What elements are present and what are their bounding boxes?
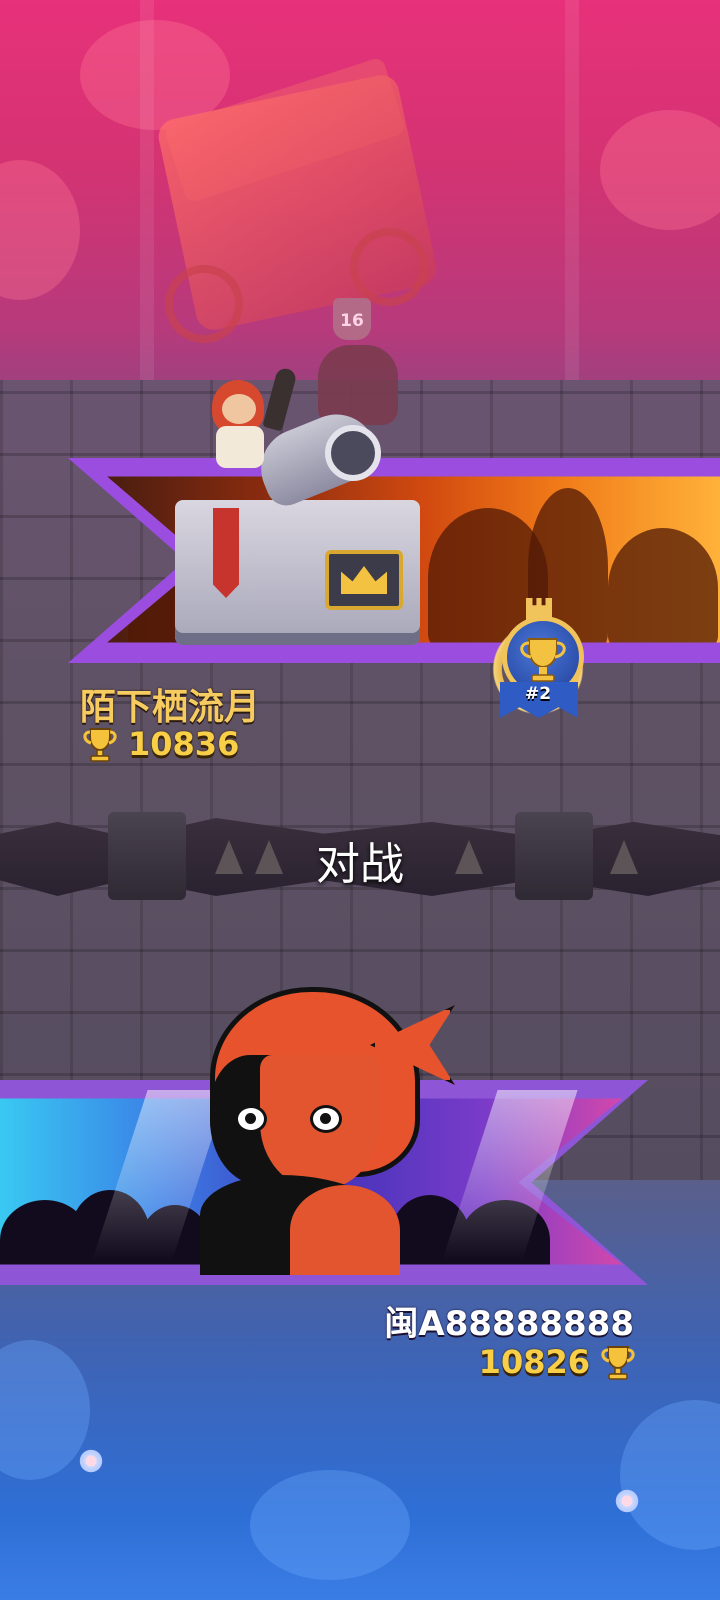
cannon-barrel (325, 425, 381, 481)
character-shoulder (290, 1185, 400, 1275)
arena-path (140, 0, 154, 380)
rank-medal-icon: #2 (482, 598, 594, 726)
right-eye (310, 1105, 342, 1133)
character-body (216, 426, 264, 468)
character-face (222, 394, 256, 424)
silhouette-troop (608, 528, 718, 643)
trophy-icon (601, 1346, 635, 1380)
player-name: 闽A88888888 (384, 1304, 634, 1344)
left-eye (235, 1105, 267, 1133)
opponent-trophy-count: 10836 (128, 725, 240, 763)
decor-bush (250, 1470, 410, 1580)
wagon-wheel (350, 228, 428, 306)
player-banner-character (190, 975, 455, 1275)
arena-path (565, 0, 579, 380)
opponent-trophy-row: 10836 (80, 724, 239, 764)
versus-label: 对战 (316, 839, 404, 890)
flower-decor (614, 1488, 640, 1514)
trophy-icon (83, 728, 117, 762)
crown-icon (325, 550, 403, 610)
wagon-wheel (165, 265, 243, 343)
player-trophy-row: 10826 (479, 1342, 638, 1382)
tower-flag (213, 508, 239, 598)
rank-label: #2 (524, 684, 552, 704)
opponent-name: 陌下栖流月 (80, 687, 261, 728)
enemy-king-tower (318, 345, 398, 425)
king-level-badge: 16 (333, 298, 371, 340)
flower-decor (78, 1448, 104, 1474)
player-trophy-count: 10826 (478, 1343, 590, 1381)
